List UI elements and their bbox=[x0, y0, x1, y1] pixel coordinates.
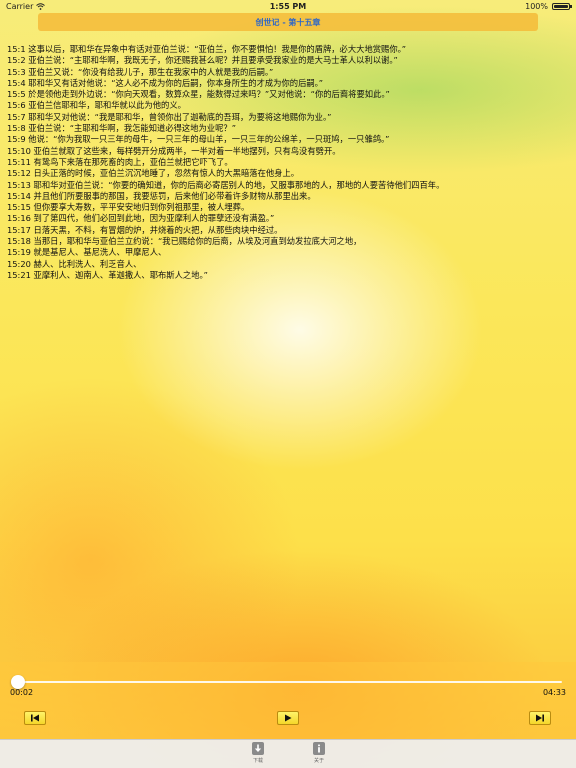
tab-download-label: 下载 bbox=[252, 758, 263, 764]
verse-line: 15:8 亚伯兰说：“主耶和华啊，我怎能知道必得这地为业呢？” bbox=[7, 123, 236, 134]
verse-line: 15:11 有鸷鸟下来落在那死畜的肉上，亚伯兰就把它吓飞了。 bbox=[7, 156, 233, 167]
progress-thumb[interactable] bbox=[11, 675, 26, 689]
verse-line: 15:3 亚伯兰又说：“你没有给我儿子，那生在我家中的人就是我的后嗣。” bbox=[7, 66, 274, 77]
page-title: 创世记 - 第十五章 bbox=[255, 17, 321, 27]
verse-line: 15:6 亚伯兰信耶和华，耶和华就以此为他的义。 bbox=[7, 100, 186, 111]
battery-icon bbox=[552, 2, 572, 10]
verse-line: 15:12 日头正落的时候，亚伯兰沉沉地睡了，忽然有惊人的大黑暗落在他身上。 bbox=[7, 168, 300, 179]
tab-download[interactable]: 下载 bbox=[243, 742, 273, 764]
verse-line: 15:7 耶和华又对他说：“我是耶和华，曾领你出了迦勒底的吾珥，为要将这地赐你为… bbox=[7, 111, 332, 122]
verse-line: 15:2 亚伯兰说：“主耶和华啊，我既无子，你还赐我甚么呢？并且要承受我家业的是… bbox=[7, 55, 398, 66]
verse-line: 15:14 并且他们所要服事的那国，我要惩罚，后来他们必带着许多财物从那里出来。 bbox=[7, 190, 316, 201]
previous-button[interactable] bbox=[24, 711, 46, 725]
total-time: 04:33 bbox=[542, 688, 566, 697]
title-bar: 创世记 - 第十五章 bbox=[38, 13, 538, 31]
info-icon bbox=[313, 742, 325, 755]
download-icon bbox=[252, 742, 264, 755]
elapsed-time: 00:02 bbox=[10, 688, 34, 697]
tab-about[interactable]: 关于 bbox=[304, 742, 334, 764]
verse-line: 15:21 亚摩利人、迦南人、革迦撒人、耶布斯人之地。” bbox=[7, 269, 208, 280]
verse-line: 15:5 於是领他走到外边说：“你向天观看，数算众星，能数得过来吗？”又对他说：… bbox=[7, 89, 390, 100]
tab-bar: 下载 关于 bbox=[0, 739, 576, 768]
verse-line: 15:17 日落天黑，不料，有冒烟的炉，并烧着的火把，从那些肉块中经过。 bbox=[7, 224, 283, 235]
verse-line: 15:15 但你要享大寿数，平平安安地归到你列祖那里，被人埋葬。 bbox=[7, 202, 250, 213]
verse-line: 15:13 耶和华对亚伯兰说：“你要的确知道，你的后裔必寄居别人的地，又服事那地… bbox=[7, 179, 445, 190]
verse-line: 15:10 亚伯兰就取了这些来，每样劈开分成两半，一半对着一半地摆列，只有鸟没有… bbox=[7, 145, 341, 156]
verse-line: 15:19 就是基尼人、基尼洗人、甲摩尼人、 bbox=[7, 247, 167, 258]
verse-line: 15:18 当那日，耶和华与亚伯兰立约说：“我已赐给你的后裔，从埃及河直到幼发拉… bbox=[7, 236, 362, 247]
play-button[interactable] bbox=[277, 711, 299, 725]
status-bar: Carrier 1:55 PM 100% bbox=[0, 0, 576, 12]
verse-line: 15:16 到了第四代，他们必回到此地，因为亚摩利人的罪孽还没有满盈。” bbox=[7, 213, 275, 224]
verse-list: 15:1 这事以后，耶和华在异象中有话对亚伯兰说：“亚伯兰，你不要惧怕！我是你的… bbox=[7, 44, 567, 281]
verse-line: 15:9 他说：“你为我取一只三年的母牛，一只三年的母山羊，一只三年的公绵羊，一… bbox=[7, 134, 390, 145]
tab-about-label: 关于 bbox=[313, 758, 324, 764]
verse-line: 15:4 耶和华又有话对他说：“这人必不成为你的后嗣，你本身所生的才成为你的后嗣… bbox=[7, 77, 324, 88]
play-icon bbox=[285, 714, 292, 722]
skip-back-icon bbox=[31, 714, 39, 722]
battery-level bbox=[554, 4, 568, 8]
status-time: 1:55 PM bbox=[269, 1, 307, 11]
next-button[interactable] bbox=[529, 711, 551, 725]
progress-slider[interactable] bbox=[11, 675, 562, 689]
verse-line: 15:20 赫人、比利洗人、利乏音人、 bbox=[7, 258, 142, 269]
verse-line: 15:1 这事以后，耶和华在异象中有话对亚伯兰说：“亚伯兰，你不要惧怕！我是你的… bbox=[7, 44, 407, 54]
player-controls: 00:02 04:33 bbox=[0, 662, 576, 740]
skip-forward-icon bbox=[536, 714, 544, 722]
